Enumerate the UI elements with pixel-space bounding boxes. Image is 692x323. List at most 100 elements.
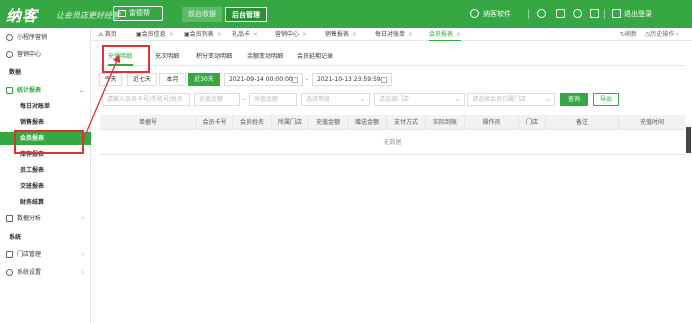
- subtab-points-change-detail[interactable]: 积分变动明细: [196, 47, 232, 66]
- range-this-month-button[interactable]: 本月: [159, 73, 186, 86]
- member-store-select[interactable]: 请选择会员归属门店 ⌄: [467, 93, 555, 106]
- side-drawer-handle[interactable]: [686, 127, 691, 153]
- column-header-gift-amount: 赠送金额: [347, 115, 386, 130]
- amount-min-input[interactable]: 充值金额: [194, 93, 240, 106]
- date-filter-row: 今天 近七天 本月 近30天 2021-09-14 00:00:00 - 202…: [0, 73, 692, 86]
- page-tabs-bar: ⌂ 首页 ▣会员信息 × ▣会员列表 × 礼品卡 × 营销中心 × 销售报表 × 每日对账…: [92, 28, 692, 41]
- divider: [604, 9, 605, 19]
- tab-gift-card[interactable]: 礼品卡 ×: [232, 28, 258, 41]
- sidebar-item-store-management[interactable]: 门店管理 ›: [0, 248, 91, 261]
- calendar-icon: [292, 77, 298, 83]
- column-header-store: 门店: [518, 115, 545, 130]
- refresh-label: 刷新: [625, 31, 638, 38]
- bell-icon[interactable]: [573, 9, 582, 18]
- mini-program-icon: [6, 34, 13, 41]
- sidebar-item-marketing[interactable]: 营销中心: [0, 48, 91, 61]
- subtab-balance-change-detail[interactable]: 余额变动明细: [247, 47, 283, 66]
- analysis-icon: [6, 215, 13, 222]
- nav-front-cashier[interactable]: 前台收银: [182, 7, 222, 22]
- chevron-down-icon: ⌄: [544, 96, 550, 103]
- date-end-value: 2021-10-13 23:59:59: [317, 76, 381, 83]
- close-icon[interactable]: ×: [169, 31, 174, 38]
- tab-label: 礼品卡: [232, 31, 251, 38]
- date-start-field[interactable]: 2021-09-14 00:00:00: [224, 73, 303, 86]
- sidebar-item-label: 数据分析: [17, 215, 42, 222]
- store-icon: [6, 251, 13, 258]
- tab-member-info[interactable]: ▣会员信息 ×: [136, 28, 174, 41]
- tab-sales-report[interactable]: 销售报表 ×: [325, 28, 357, 41]
- tab-member-list[interactable]: ▣会员列表 ×: [184, 28, 222, 41]
- store-select[interactable]: 请选择门店 ⌄: [374, 93, 465, 106]
- close-icon[interactable]: ×: [456, 31, 461, 38]
- close-icon[interactable]: ×: [302, 31, 307, 38]
- history-button[interactable]: ◷历史操作 ›: [645, 28, 679, 41]
- subtab-count-recharge-detail[interactable]: 充次明细: [155, 47, 179, 66]
- logout-icon[interactable]: [612, 9, 621, 18]
- scan-button[interactable]: 雷德帮: [113, 6, 163, 21]
- close-icon[interactable]: ×: [253, 31, 258, 38]
- range-7days-button[interactable]: 近七天: [127, 73, 157, 86]
- range-today-button[interactable]: 今天: [99, 73, 122, 86]
- column-header-payment-method: 支付方式: [386, 115, 425, 130]
- marketing-icon: [6, 51, 13, 58]
- tab-label: 会员信息: [141, 31, 166, 38]
- sidebar-item-sales-report[interactable]: 销售报表: [0, 116, 91, 129]
- member-search-input[interactable]: 请输入会员卡号/手机号/姓名: [102, 93, 190, 106]
- highlight-box-member-report: [14, 130, 84, 154]
- level-select-placeholder: 选择等级: [306, 96, 331, 103]
- tab-label: 会员列表: [189, 31, 214, 38]
- user-name[interactable]: 纳客软件: [483, 9, 511, 19]
- tab-marketing[interactable]: 营销中心 ×: [275, 28, 307, 41]
- tab-daily-statement[interactable]: 每日对账单 ×: [375, 28, 413, 41]
- level-select[interactable]: 选择等级 ⌄: [301, 93, 370, 106]
- highlight-box-recharge-tab: [102, 45, 150, 73]
- chevron-right-icon: ›: [676, 31, 679, 38]
- sidebar-item-shift-report[interactable]: 交班报表: [0, 180, 91, 193]
- sidebar-item-data-analysis[interactable]: 数据分析 ›: [0, 212, 91, 225]
- tab-member-report[interactable]: 会员报表 ×: [429, 28, 462, 41]
- brand-slogan: 让会员店更好经营: [56, 11, 120, 20]
- calendar-icon: [381, 77, 387, 83]
- store-select-placeholder: 请选择门店: [379, 96, 410, 103]
- sidebar-item-system-settings[interactable]: 系统设置 ›: [0, 266, 91, 279]
- lock-icon[interactable]: [556, 9, 565, 18]
- gear-icon: [6, 269, 13, 276]
- search-button[interactable]: 查询: [560, 93, 588, 106]
- amount-range-separator: -: [243, 96, 246, 103]
- date-start-value: 2021-09-14 00:00:00: [229, 76, 293, 83]
- home-icon: ⌂: [99, 31, 103, 38]
- sidebar-item-staff-report[interactable]: 员工报表: [0, 164, 91, 177]
- headset-icon[interactable]: [537, 9, 546, 18]
- sidebar-item-label: 员工报表: [20, 167, 45, 174]
- logout-link[interactable]: 退出登录: [624, 9, 652, 19]
- chevron-right-icon: ›: [81, 269, 84, 276]
- range-30days-button[interactable]: 近30天: [188, 73, 220, 86]
- tab-label: 营销中心: [275, 31, 300, 38]
- tab-label: 每日对账单: [375, 31, 406, 38]
- amount-max-input[interactable]: 充值金额: [249, 93, 297, 106]
- sidebar-item-label: 营销中心: [17, 51, 42, 58]
- sidebar-item-finance-settlement[interactable]: 财务结算: [0, 196, 91, 209]
- brand-logo: 纳客: [6, 7, 39, 25]
- download-icon[interactable]: [590, 9, 599, 18]
- search-filter-row: 请输入会员卡号/手机号/姓名 充值金额 - 充值金额 选择等级 ⌄ 请选择门店 …: [0, 93, 692, 106]
- date-end-field[interactable]: 2021-10-13 23:59:59: [312, 73, 392, 86]
- tab-label: 首页: [104, 31, 117, 38]
- export-button[interactable]: 导出: [593, 93, 619, 106]
- column-header-card-no: 会员卡号: [196, 115, 232, 130]
- close-icon[interactable]: ×: [352, 31, 357, 38]
- sidebar-item-label: 交班报表: [20, 183, 45, 190]
- close-icon[interactable]: ×: [408, 31, 413, 38]
- tab-home[interactable]: ⌂ 首页: [99, 28, 117, 41]
- refresh-button[interactable]: ↻刷新: [620, 28, 637, 41]
- sidebar-item-mini-program[interactable]: 小程序营销: [0, 31, 91, 44]
- history-label: 历史操作: [650, 31, 675, 38]
- nav-back-admin[interactable]: 后台管理: [225, 7, 267, 22]
- table-empty-state: 无数据: [100, 131, 685, 155]
- column-header-actual-received: 实际到账: [425, 115, 464, 130]
- sidebar-item-label: 小程序营销: [17, 34, 48, 41]
- subtab-member-extension-record[interactable]: 会员延期记录: [297, 47, 333, 66]
- close-icon[interactable]: ×: [217, 31, 222, 38]
- column-header-member-name: 会员姓名: [232, 115, 271, 130]
- range-separator: -: [306, 76, 309, 83]
